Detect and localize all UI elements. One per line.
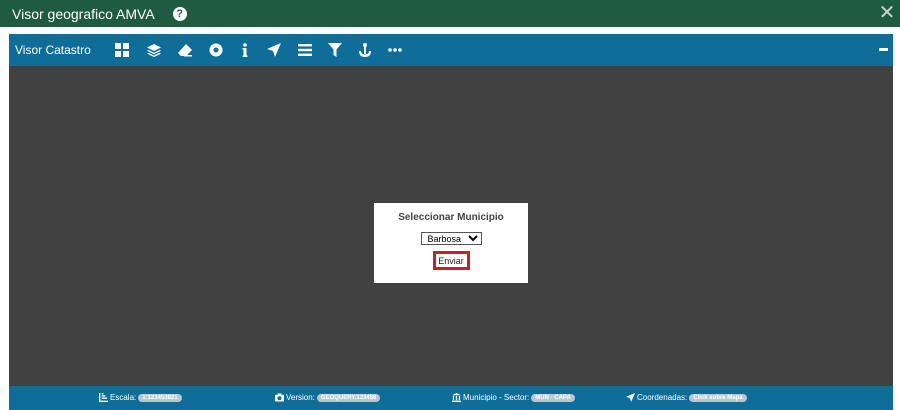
minimize-icon[interactable]	[879, 48, 888, 51]
scale-status: Escala: 1:123453821	[99, 393, 182, 402]
app-title: Visor geografico AMVA	[12, 5, 155, 22]
municipio-label: Municipio - Sector:	[463, 393, 530, 402]
map-canvas[interactable]: Seleccionar Municipio Barbosa Enviar	[9, 66, 893, 386]
submit-button[interactable]: Enviar	[432, 251, 470, 270]
dialog-title: Seleccionar Municipio	[398, 212, 504, 223]
scale-icon	[99, 393, 108, 402]
status-bar: Escala: 1:123453821 Version: GEOQUERY.12…	[9, 386, 893, 410]
coords-label: Coordenadas:	[637, 393, 688, 402]
version-status: Version: GEOQUERY.123456	[275, 393, 381, 402]
location-arrow-icon[interactable]	[266, 42, 282, 58]
municipio-select[interactable]: Barbosa	[420, 232, 482, 245]
viewer-toolbar: Visor Catastro	[9, 34, 893, 66]
institution-icon	[452, 393, 461, 402]
more-icon[interactable]	[387, 42, 403, 58]
select-municipio-dialog: Seleccionar Municipio Barbosa Enviar	[374, 203, 528, 283]
grid-icon[interactable]	[114, 42, 130, 58]
location-arrow-icon	[626, 393, 635, 402]
map-viewer: Visor Catastro Seleccionar Municipio Bar…	[9, 34, 893, 410]
anchor-icon[interactable]	[357, 42, 373, 58]
coords-value[interactable]: Click sobre Mapa	[689, 393, 747, 402]
list-icon[interactable]	[297, 42, 313, 58]
version-value: GEOQUERY.123456	[316, 393, 381, 402]
municipio-status: Municipio - Sector: MUN - CAPA	[452, 393, 575, 402]
record-icon[interactable]	[208, 42, 224, 58]
coords-status: Coordenadas: Click sobre Mapa	[626, 393, 747, 402]
info-icon[interactable]	[237, 42, 253, 58]
municipio-value: MUN - CAPA	[531, 393, 575, 402]
viewer-title: Visor Catastro	[15, 43, 91, 57]
camera-icon	[275, 393, 284, 402]
scale-value: 1:123453821	[138, 393, 182, 402]
app-header: Visor geografico AMVA ? ✕	[0, 0, 900, 27]
version-label: Version:	[286, 393, 315, 402]
help-icon[interactable]: ?	[172, 6, 187, 21]
scale-label: Escala:	[110, 393, 137, 402]
layers-icon[interactable]	[146, 42, 162, 58]
close-icon[interactable]: ✕	[878, 3, 896, 23]
filter-icon[interactable]	[327, 42, 343, 58]
eraser-icon[interactable]	[177, 42, 193, 58]
